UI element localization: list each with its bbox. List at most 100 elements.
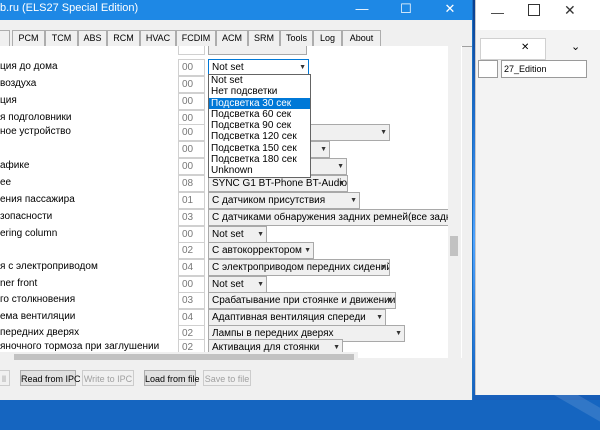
bg-titlebar[interactable]: — ✕: [476, 0, 600, 30]
maximize-icon[interactable]: [528, 4, 540, 16]
tab-fcdim[interactable]: FCDIM: [176, 30, 216, 46]
tab-acm[interactable]: ACM: [216, 30, 248, 46]
row-label: я подголовники: [0, 112, 72, 123]
row-value-combo[interactable]: Адаптивная вентиляция спереди ▼: [208, 309, 386, 326]
dropdown-option[interactable]: Подсветка 150 сек: [209, 143, 310, 154]
row-label: ема вентиляции: [0, 311, 76, 322]
save-to-file-button[interactable]: Save to file: [203, 370, 251, 386]
row-value-combo[interactable]: Срабатывание при стоянке и движении ▼: [208, 292, 396, 309]
tab-partial[interactable]: [0, 30, 10, 46]
row-code[interactable]: 04: [178, 259, 205, 276]
row-label: ering column: [0, 228, 58, 239]
chevron-down-icon[interactable]: ▼: [376, 310, 383, 325]
settings-row: зопасности 03 С датчиками обнаружения за…: [0, 209, 462, 226]
bg-address-field[interactable]: 27_Edition: [501, 60, 587, 78]
row-code[interactable]: 04: [178, 309, 205, 326]
close-icon[interactable]: ✕: [564, 2, 576, 19]
row-label: ция: [0, 95, 17, 106]
settings-row: ема вентиляции 04 Адаптивная вентиляция …: [0, 309, 462, 326]
dropdown-option[interactable]: Подсветка 90 сек: [209, 120, 310, 131]
row-value-combo[interactable]: Not set ▼: [208, 276, 267, 293]
tab-tcm[interactable]: TCM: [45, 30, 78, 46]
vertical-scrollbar[interactable]: [448, 46, 461, 358]
row-value-combo[interactable]: С автокорректором ▼: [208, 242, 314, 259]
dropdown-option[interactable]: Подсветка 60 сек: [209, 109, 310, 120]
row-label: ное устройство: [0, 126, 71, 137]
row-label: ner front: [0, 278, 38, 289]
row-code[interactable]: [178, 46, 205, 55]
combo-value: С электроприводом передних сидений: [212, 262, 390, 273]
tab-abs[interactable]: ABS: [78, 30, 107, 46]
chevron-down-icon[interactable]: ▼: [320, 142, 327, 157]
tab-rcm[interactable]: RCM: [107, 30, 140, 46]
row-code[interactable]: 00: [178, 276, 205, 293]
row-code[interactable]: 00: [178, 93, 205, 110]
dropdown-option[interactable]: Unknown: [209, 165, 310, 176]
scrollbar-thumb[interactable]: [450, 236, 458, 256]
combo-value: С автокорректором: [212, 245, 302, 256]
row-value-combo[interactable]: Not set ▼: [208, 226, 267, 243]
chevron-icon[interactable]: ⌄: [571, 40, 580, 53]
chevron-down-icon[interactable]: ▼: [257, 277, 264, 292]
minimize-icon[interactable]: —: [491, 5, 504, 20]
dropdown-option-selected[interactable]: Подсветка 30 сек: [209, 97, 310, 109]
chevron-down-icon[interactable]: ▼: [350, 193, 357, 208]
row-code[interactable]: 00: [178, 141, 205, 158]
tab-tools[interactable]: Tools: [280, 30, 313, 46]
row-code[interactable]: 02: [178, 242, 205, 259]
row-value-combo[interactable]: С датчиком присутствия ▼: [208, 192, 360, 209]
tab-log[interactable]: Log: [313, 30, 342, 46]
minimize-icon[interactable]: —: [340, 0, 384, 20]
tab-hvac[interactable]: HVAC: [140, 30, 176, 46]
row-value-combo[interactable]: [208, 46, 307, 55]
row-code[interactable]: 00: [178, 76, 205, 93]
horizontal-scrollbar[interactable]: [0, 352, 358, 362]
background-explorer-window[interactable]: — ✕ ⌄ ✕ 27_Edition: [475, 0, 600, 395]
row-code[interactable]: 00: [178, 158, 205, 175]
load-from-file-button[interactable]: Load from file: [144, 370, 200, 386]
close-small-icon[interactable]: ✕: [521, 42, 529, 53]
combo-value: Not set: [212, 62, 244, 73]
write-to-ipc-button[interactable]: Write to IPC: [82, 370, 134, 386]
row-code[interactable]: 00: [178, 226, 205, 243]
dropdown-option[interactable]: Подсветка 120 сек: [209, 131, 310, 142]
scrollbar-thumb[interactable]: [14, 354, 354, 360]
row-code[interactable]: 03: [178, 292, 205, 309]
row-label: афике: [0, 160, 30, 171]
read-from-ipc-button[interactable]: Read from IPC: [20, 370, 81, 386]
row-code[interactable]: 03: [178, 209, 205, 226]
combo-value: Адаптивная вентиляция спереди: [212, 312, 366, 323]
chevron-down-icon[interactable]: ▼: [338, 176, 345, 191]
chevron-down-icon[interactable]: ▼: [304, 243, 311, 258]
row-code[interactable]: 08: [178, 175, 205, 192]
dropdown-list: Not set Нет подсветки Подсветка 30 сек П…: [208, 74, 311, 178]
dropdown-option[interactable]: Подсветка 180 сек: [209, 154, 310, 165]
tab-srm[interactable]: SRM: [248, 30, 280, 46]
dropdown-option[interactable]: Нет подсветки: [209, 86, 310, 97]
row-value-combo[interactable]: С датчиками обнаружения задних ремней(вс…: [208, 209, 450, 226]
tab-about[interactable]: About: [342, 30, 381, 46]
row-code[interactable]: 00: [178, 124, 205, 141]
chevron-down-icon[interactable]: ▼: [337, 159, 344, 174]
settings-row: 02 С автокорректором ▼: [0, 242, 462, 259]
row-label: передних дверях: [0, 327, 80, 338]
bg-nav-field[interactable]: [478, 60, 498, 78]
row-value-combo[interactable]: С электроприводом передних сидений ▼: [208, 259, 390, 276]
settings-row: ering column 00 Not set ▼: [0, 226, 462, 243]
main-window: b.ru (ELS27 Special Edition) — ☐ ✕ PCM T…: [0, 0, 473, 400]
maximize-icon[interactable]: ☐: [384, 0, 428, 20]
partial-button[interactable]: ll: [0, 370, 10, 386]
close-icon[interactable]: ✕: [428, 0, 472, 20]
chevron-down-icon[interactable]: ▼: [257, 227, 264, 242]
chevron-down-icon[interactable]: ▼: [299, 60, 306, 75]
row-code[interactable]: 01: [178, 192, 205, 209]
chevron-down-icon[interactable]: ▼: [380, 260, 387, 275]
dropdown-option[interactable]: Not set: [209, 75, 310, 86]
settings-panel: ция до дома 00 Not set ▼ воздуха 00 ция …: [0, 46, 462, 358]
tab-pcm[interactable]: PCM: [12, 30, 45, 46]
chevron-down-icon[interactable]: ▼: [380, 125, 387, 140]
combo-value: Not set: [212, 229, 244, 240]
row-code[interactable]: 00: [178, 59, 205, 76]
chevron-down-icon[interactable]: ▼: [386, 293, 393, 308]
row-label: ения пассажира: [0, 194, 75, 205]
